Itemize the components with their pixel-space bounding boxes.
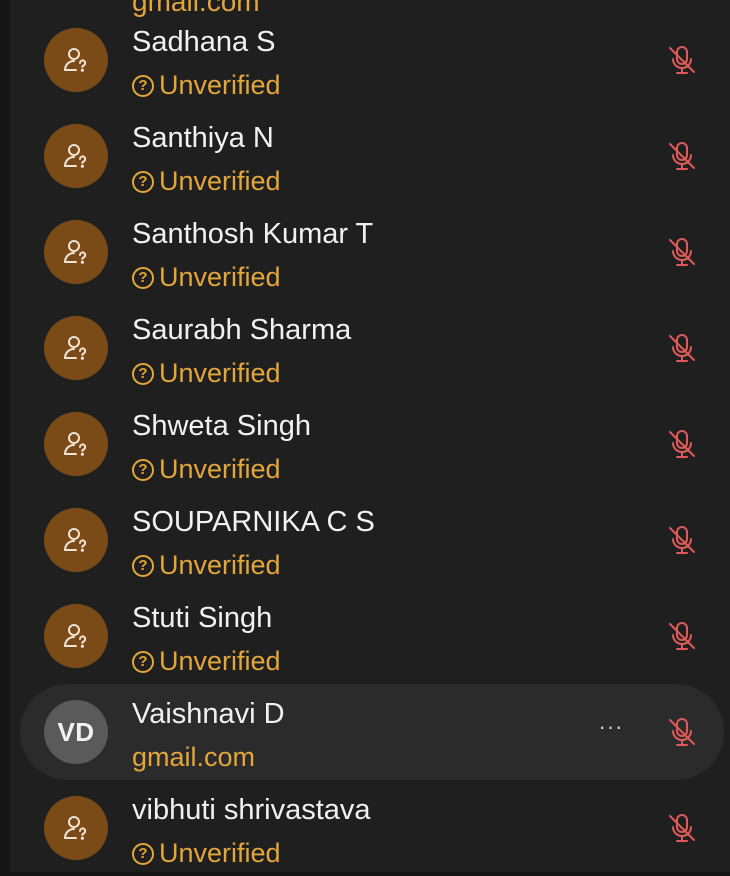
status-label: Unverified [159,550,281,580]
avatar: VD [44,700,108,764]
participant-list: Sadhana S ? Unverified Santhiya N ? Unve… [0,12,730,876]
mic-muted-icon[interactable] [664,42,700,78]
participant-status: ? Unverified [132,838,281,869]
mic-muted-icon[interactable] [664,714,700,750]
question-circle-icon: ? [132,74,154,97]
participant-name: SOUPARNIKA C S [132,506,375,538]
status-label: Unverified [159,838,281,868]
participant-name: Sadhana S [132,26,276,58]
status-label: Unverified [159,166,281,196]
participant-status: ? Unverified [132,166,281,197]
question-circle-icon: ? [132,554,154,577]
user-question-icon [44,412,108,476]
question-circle-icon: ? [132,650,154,673]
participant-row[interactable]: Santhiya N ? Unverified [0,108,730,204]
participant-status: gmail.com [132,742,255,773]
status-label: Unverified [159,358,281,388]
more-options-button[interactable]: ··· [596,714,626,744]
question-circle-icon: ? [132,170,154,193]
status-label: Unverified [159,262,281,292]
participant-name: Saurabh Sharma [132,314,352,346]
participant-status: ? Unverified [132,358,281,389]
mic-muted-icon[interactable] [664,330,700,366]
mic-muted-icon[interactable] [664,234,700,270]
question-circle-icon: ? [132,458,154,481]
participant-row[interactable]: vibhuti shrivastava ? Unverified [0,780,730,876]
question-circle-icon: ? [132,842,154,865]
participant-row[interactable]: Santhosh Kumar T ? Unverified [0,204,730,300]
status-label: gmail.com [132,742,256,772]
participant-status: ? Unverified [132,646,281,677]
participant-status: ? Unverified [132,70,281,101]
question-circle-icon: ? [132,266,154,289]
user-question-icon [44,220,108,284]
status-label: Unverified [159,646,281,676]
avatar-initials: VD [57,716,95,747]
user-question-icon [44,316,108,380]
participant-status: ? Unverified [132,262,281,293]
mic-muted-icon[interactable] [664,138,700,174]
mic-muted-icon[interactable] [664,522,700,558]
participant-name: Vaishnavi D [132,698,285,730]
participant-row[interactable]: VD Vaishnavi D gmail.com ··· [0,684,730,780]
user-question-icon [44,28,108,92]
participant-name: Santhiya N [132,122,274,154]
user-question-icon [44,124,108,188]
participant-name: vibhuti shrivastava [132,794,371,826]
mic-muted-icon[interactable] [664,810,700,846]
participant-row[interactable]: SOUPARNIKA C S ? Unverified [0,492,730,588]
participant-status: ? Unverified [132,550,281,581]
status-label: Unverified [159,454,281,484]
mic-muted-icon[interactable] [664,618,700,654]
participant-row[interactable]: Stuti Singh ? Unverified [0,588,730,684]
participant-row[interactable]: Saurabh Sharma ? Unverified [0,300,730,396]
participant-row[interactable]: Shweta Singh ? Unverified [0,396,730,492]
user-question-icon [44,508,108,572]
participant-status: ? Unverified [132,454,281,485]
status-label: Unverified [159,70,281,100]
question-circle-icon: ? [132,362,154,385]
mic-muted-icon[interactable] [664,426,700,462]
participant-name: Santhosh Kumar T [132,218,374,250]
user-question-icon [44,604,108,668]
user-question-icon [44,796,108,860]
participant-row[interactable]: Sadhana S ? Unverified [0,12,730,108]
participant-name: Shweta Singh [132,410,311,442]
participant-name: Stuti Singh [132,602,273,634]
